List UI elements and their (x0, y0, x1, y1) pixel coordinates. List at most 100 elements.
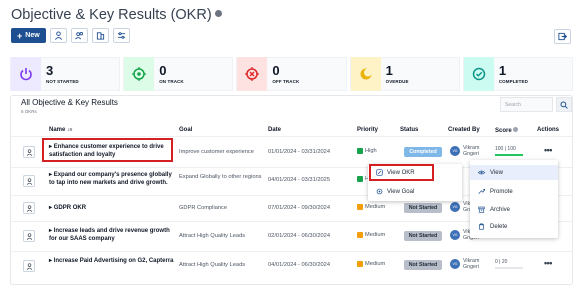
score-bar (495, 267, 523, 269)
okr-goal: Attract High Quality Leads (179, 262, 246, 268)
toolbar: + New (11, 28, 130, 45)
stat-label: OVERDUE (385, 79, 409, 84)
okr-name[interactable]: ▸ GDPR OKR (49, 204, 179, 212)
status-badge: Not Started (404, 260, 442, 270)
okr-score: 100 | 100 (495, 146, 523, 156)
okr-goal: Attract High Quality Leads (179, 233, 246, 239)
eye-icon (478, 170, 485, 175)
stat-value: 1 (385, 63, 393, 78)
okr-priority: High (357, 148, 377, 154)
page-title: Objective & Key Results (OKR) (11, 7, 222, 23)
priority-flag-icon (357, 148, 363, 154)
stat-label: NOT STARTED (46, 79, 79, 84)
okr-priority: Medium (357, 261, 385, 267)
okr-goal: GDPR Compliance (179, 205, 228, 211)
stat-label: ON TRACK (159, 79, 184, 84)
okr-priority: Medium (357, 232, 385, 238)
plus-icon: + (17, 30, 23, 41)
stat-value: 3 (46, 63, 54, 78)
new-button[interactable]: + New (11, 28, 46, 43)
owner-type-icon (23, 260, 35, 272)
column-header-status[interactable]: Status (400, 127, 418, 133)
status-badge: Completed (404, 147, 442, 157)
priority-flag-icon (357, 261, 363, 267)
team-filter-button[interactable] (70, 28, 88, 43)
table-row[interactable]: ▸ Increase Paid Advertising on G2, Capte… (11, 252, 572, 282)
view-menu-item[interactable]: View (470, 165, 558, 180)
stat-value: 0 (159, 63, 167, 78)
export-button[interactable] (554, 29, 571, 44)
priority-flag-icon (357, 204, 363, 210)
info-icon[interactable] (214, 10, 222, 17)
list-count: 5 OKRs (21, 109, 37, 114)
search-button[interactable] (556, 97, 572, 112)
column-header-created-by[interactable]: Created By (448, 127, 480, 133)
okr-goal: Improve customer experience (179, 149, 254, 155)
owner: VGVikram Gngeri (450, 145, 489, 157)
stat-not-started[interactable]: 3 NOT STARTED (10, 57, 121, 91)
list-title: All Objective & Key Results (21, 98, 118, 107)
promote-menu-item[interactable]: Promote (478, 188, 513, 195)
okr-name[interactable]: ▸ Expand our company's presence globally… (49, 171, 179, 187)
user-filter-button[interactable] (49, 28, 67, 43)
archive-menu-item[interactable]: Archive (478, 206, 510, 213)
stat-overdue[interactable]: 1 OVERDUE (349, 57, 460, 91)
delete-menu-item[interactable]: Delete (478, 223, 507, 230)
trash-icon (479, 223, 484, 230)
okr-date: 04/01/2024 - 03/31/2025 (268, 177, 330, 183)
stat-off-track[interactable]: 0 OFF TRACK (236, 57, 347, 91)
priority-flag-icon (357, 176, 363, 182)
more-actions-button[interactable]: ••• (544, 145, 552, 155)
view-goal-menu-item[interactable]: View Goal (376, 188, 414, 195)
moon-icon (350, 57, 381, 91)
view-okr-highlight (369, 164, 434, 181)
avatar: VG (450, 259, 460, 269)
column-header-actions: Actions (537, 127, 560, 133)
owner-type-icon (23, 202, 35, 214)
user-icon (54, 31, 62, 40)
okr-date: 01/01/2024 - 03/31/2024 (268, 149, 330, 155)
column-header-priority[interactable]: Priority (357, 127, 378, 133)
okr-score: 0 | 20 (495, 259, 523, 269)
column-header-score[interactable]: Score (495, 127, 519, 134)
okr-name[interactable]: ▸ Increase leads and drive revenue growt… (49, 227, 179, 243)
column-header-date[interactable]: Date (268, 127, 281, 133)
stat-label: COMPLETED (498, 79, 528, 84)
sliders-icon (117, 32, 125, 39)
avatar: VG (450, 146, 460, 156)
okr-date: 02/01/2024 - 06/30/2024 (268, 233, 330, 239)
settings-filter-button[interactable] (112, 28, 130, 43)
search-icon (560, 100, 568, 109)
target-icon (376, 188, 383, 195)
search-input[interactable]: Search (500, 97, 553, 112)
target-icon (124, 57, 155, 91)
column-header-goal[interactable]: Goal (179, 127, 192, 133)
archive-icon (478, 206, 485, 213)
status-badge: Not Started (404, 203, 442, 213)
company-filter-button[interactable] (91, 28, 109, 43)
priority-flag-icon (357, 232, 363, 238)
stat-completed[interactable]: 1 COMPLETED (462, 57, 574, 91)
more-actions-button[interactable]: ••• (544, 258, 552, 268)
column-header-name[interactable]: Name ↓≡ (49, 127, 72, 133)
owner-type-icon (23, 146, 35, 158)
okr-date: 07/01/2024 - 09/30/2024 (268, 205, 330, 211)
okr-name-highlight (42, 138, 173, 162)
info-icon (513, 127, 519, 132)
okr-priority: Medium (357, 204, 385, 210)
okr-goal: Expand Globally to other regions (179, 174, 262, 180)
crosshair-icon (237, 57, 268, 91)
avatar: VG (450, 202, 460, 212)
promote-icon (478, 189, 485, 194)
building-icon (96, 32, 104, 40)
actions-menu: View Promote Archive Delete (470, 160, 558, 238)
owner-type-icon (23, 230, 35, 242)
stat-value: 1 (498, 63, 507, 78)
sort-icon[interactable]: ↓≡ (67, 127, 72, 133)
power-icon (11, 57, 41, 91)
stats-bar: 3 NOT STARTED 0 ON TRACK 0 OFF TRACK 1 OVERD… (10, 57, 574, 91)
avatar: VG (450, 230, 460, 240)
okr-name[interactable]: ▸ Increase Paid Advertising on G2, Capte… (49, 257, 179, 265)
stat-on-track[interactable]: 0 ON TRACK (123, 57, 234, 91)
export-icon (558, 32, 567, 41)
